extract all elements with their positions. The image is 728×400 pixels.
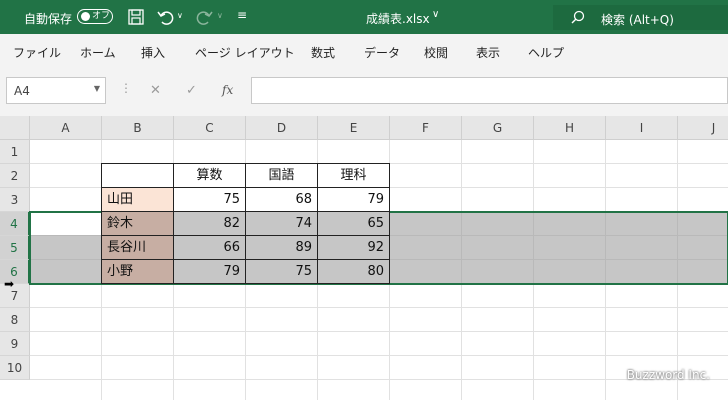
name-box[interactable]: A4 ▼ [6, 77, 106, 104]
table-cell-science[interactable]: 92 [317, 235, 390, 260]
cancel-icon[interactable]: ✕ [150, 83, 161, 98]
tab-review[interactable]: 校閲 [424, 44, 448, 61]
autosave-toggle[interactable]: オフ [77, 9, 113, 24]
chevron-down-icon[interactable]: ∨ [432, 9, 439, 20]
table-cell-math[interactable]: 79 [173, 259, 246, 284]
ribbon-tabs: ファイル ホーム 挿入 ページ レイアウト 数式 データ 校閲 表示 ヘルプ [0, 34, 728, 68]
spreadsheet-grid: A B C D E F G H I J 1 2 3 4 5 6 7 8 9 10… [0, 116, 728, 400]
watermark: Buzzword Inc. [626, 368, 710, 382]
table-cell-japanese[interactable]: 75 [245, 259, 318, 284]
table-cell-japanese[interactable]: 68 [245, 187, 318, 212]
tab-file[interactable]: ファイル [13, 44, 61, 61]
name-box-value: A4 [14, 84, 30, 98]
column-header-e[interactable]: E [318, 116, 390, 140]
row-header-4[interactable]: 4 [0, 212, 30, 236]
tab-view[interactable]: 表示 [476, 44, 500, 61]
tab-home[interactable]: ホーム [80, 44, 116, 61]
autosave-label: 自動保存 [24, 12, 73, 26]
table-cell-math[interactable]: 66 [173, 235, 246, 260]
customize-toolbar-icon[interactable]: ≡ [237, 8, 247, 22]
column-header-a[interactable]: A [30, 116, 102, 140]
table-cell-math[interactable]: 82 [173, 211, 246, 236]
formula-input[interactable] [251, 77, 728, 104]
title-bar: 自動保存 オフ ∨ ∨ ≡ 成績表.xlsx ∨ 検索 (Alt+Q) [0, 0, 728, 34]
search-icon [571, 10, 585, 24]
undo-dropdown-icon[interactable]: ∨ [177, 11, 183, 20]
tab-formulas[interactable]: 数式 [311, 44, 335, 61]
table-cell-name[interactable]: 山田 [101, 187, 174, 212]
column-header-c[interactable]: C [174, 116, 246, 140]
column-header-h[interactable]: H [534, 116, 606, 140]
table-header-cell-empty[interactable] [101, 163, 174, 188]
undo-icon[interactable] [156, 8, 174, 26]
row-header-3[interactable]: 3 [0, 188, 30, 212]
table-header-japanese[interactable]: 国語 [245, 163, 318, 188]
row-header-10[interactable]: 10 [0, 356, 30, 380]
row-header-2[interactable]: 2 [0, 164, 30, 188]
search-label: 検索 (Alt+Q) [601, 13, 674, 27]
redo-dropdown-icon[interactable]: ∨ [217, 11, 223, 20]
table-cell-name[interactable]: 長谷川 [101, 235, 174, 260]
table-cell-science[interactable]: 79 [317, 187, 390, 212]
table-cell-science[interactable]: 80 [317, 259, 390, 284]
toggle-knob [81, 12, 90, 21]
table-cell-math[interactable]: 75 [173, 187, 246, 212]
autosave-state: オフ [92, 11, 111, 21]
table-cell-science[interactable]: 65 [317, 211, 390, 236]
table-cell-name[interactable]: 小野 [101, 259, 174, 284]
chevron-down-icon[interactable]: ▼ [94, 84, 100, 93]
row-header-8[interactable]: 8 [0, 308, 30, 332]
select-all-corner[interactable] [0, 116, 30, 140]
table-cell-japanese[interactable]: 74 [245, 211, 318, 236]
column-header-j[interactable]: J [678, 116, 728, 140]
file-name[interactable]: 成績表.xlsx [366, 10, 430, 27]
tab-page-layout[interactable]: ページ レイアウト [195, 44, 295, 61]
redo-icon[interactable] [196, 8, 214, 26]
tab-insert[interactable]: 挿入 [141, 44, 165, 61]
search-box[interactable]: 検索 (Alt+Q) [553, 5, 728, 30]
column-header-g[interactable]: G [462, 116, 534, 140]
row-header-9[interactable]: 9 [0, 332, 30, 356]
row-select-cursor-icon: ➡ [4, 277, 15, 291]
table-cell-japanese[interactable]: 89 [245, 235, 318, 260]
tab-data[interactable]: データ [364, 44, 400, 61]
row-header-1[interactable]: 1 [0, 140, 30, 164]
table-header-science[interactable]: 理科 [317, 163, 390, 188]
formula-bar-area: A4 ▼ ⋮ ✕ ✓ fx [0, 68, 728, 116]
column-header-f[interactable]: F [390, 116, 462, 140]
column-header-i[interactable]: I [606, 116, 678, 140]
table-header-math[interactable]: 算数 [173, 163, 246, 188]
save-icon[interactable] [127, 8, 145, 26]
column-header-b[interactable]: B [102, 116, 174, 140]
row-header-5[interactable]: 5 [0, 236, 30, 260]
enter-icon[interactable]: ✓ [186, 83, 197, 98]
more-options-icon[interactable]: ⋮ [120, 81, 132, 95]
tab-help[interactable]: ヘルプ [528, 44, 564, 61]
insert-function-icon[interactable]: fx [222, 83, 233, 97]
table-cell-name[interactable]: 鈴木 [101, 211, 174, 236]
column-header-d[interactable]: D [246, 116, 318, 140]
